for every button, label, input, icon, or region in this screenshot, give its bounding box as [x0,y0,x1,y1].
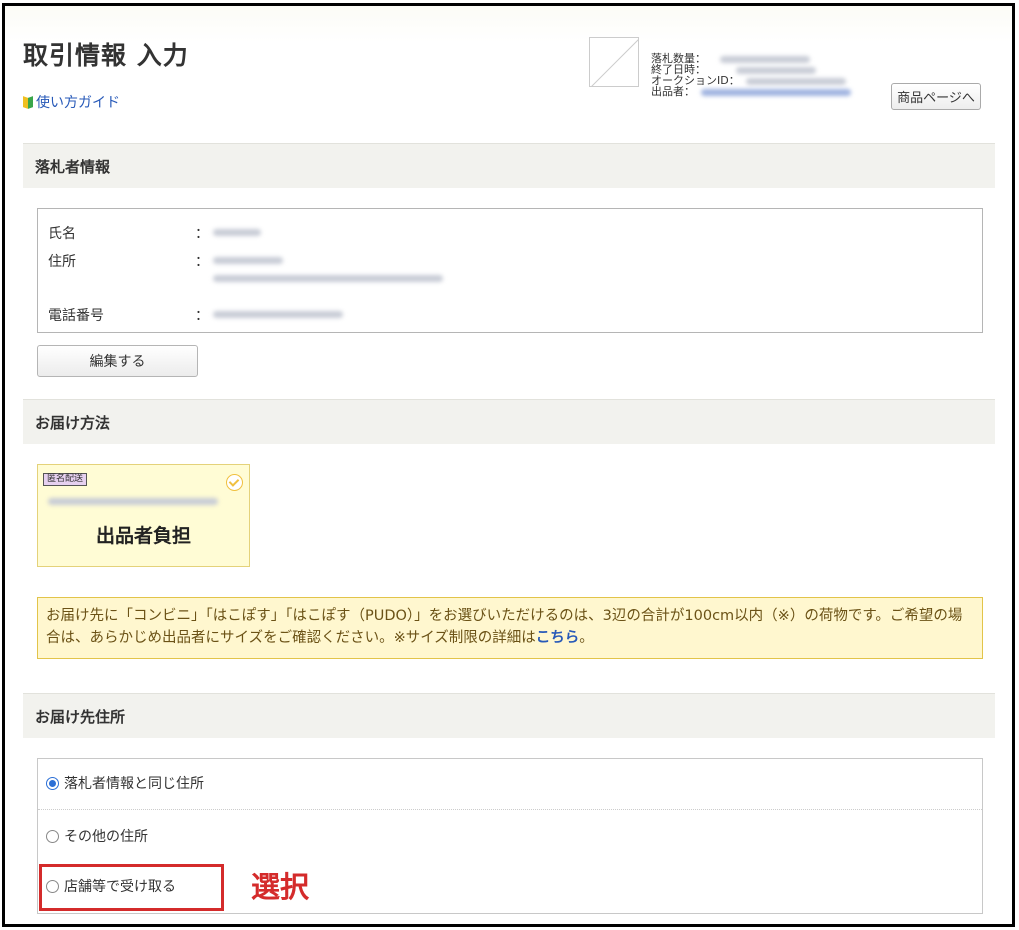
address-option-label: その他の住所 [64,829,148,845]
redacted-value [736,66,816,74]
colon: ： [195,226,209,242]
address-option-same[interactable]: 落札者情報と同じ住所 [38,772,982,794]
notice-text: お届け先に「コンビニ」「はこぽす」「はこぽす（PUDO）」をお選びいただけるのは… [46,608,963,646]
redacted-value [745,77,846,85]
delivery-notice: お届け先に「コンビニ」「はこぽす」「はこぽす（PUDO）」をお選びいただけるのは… [37,597,983,659]
radio-button[interactable] [46,829,59,843]
winner-address-row: 住所 ： [48,251,948,291]
colon: ： [195,308,209,324]
anonymous-shipping-badge: 匿名配送 [43,473,88,486]
address-option-label: 落札者情報と同じ住所 [64,776,204,792]
redacted-value [213,275,443,282]
product-page-button[interactable]: 商品ページへ [891,83,981,110]
check-icon [226,474,243,491]
section-title: お届け方法 [35,413,111,432]
page-title: 取引情報 入力 [23,41,189,70]
page-frame: 取引情報 入力 使い方ガイド 落札数量： 終了日時： オークションID： 出品者… [2,3,1015,927]
winner-info-box: 氏名 ： 住所 ： 電話番号 ： [37,208,983,333]
address-label: 住所 [48,254,76,270]
highlight-box [39,864,224,911]
notice-end: 。 [579,630,594,646]
beginner-mark-icon [23,96,34,109]
meta-seller-label: 出品者： [651,85,695,98]
delivery-option-card[interactable]: 匿名配送 出品者負担 [37,464,250,567]
redacted-value [701,88,851,96]
redacted-value [48,498,218,505]
redacted-value [213,229,261,236]
name-label: 氏名 [48,226,76,242]
product-thumbnail[interactable] [589,37,639,87]
notice-link[interactable]: こちら [536,630,580,646]
winner-name-row: 氏名 ： [48,223,948,243]
winner-phone-row: 電話番号 ： [48,305,948,325]
redacted-value [720,55,810,63]
auction-meta: 落札数量： 終了日時： オークションID： 出品者： [651,53,851,97]
address-option-other[interactable]: その他の住所 [38,825,982,847]
annotation-label: 選択 [251,870,310,904]
section-title: お届け先住所 [35,707,126,726]
usage-guide-link[interactable]: 使い方ガイド [23,92,120,112]
colon: ： [195,254,209,270]
redacted-value [213,311,343,318]
delivery-option-title: 出品者負担 [95,525,191,547]
edit-button[interactable]: 編集する [37,345,198,377]
usage-guide-label: 使い方ガイド [36,95,120,111]
divider [38,809,982,810]
section-title: 落札者情報 [35,157,111,176]
redacted-value [213,257,283,264]
phone-label: 電話番号 [48,308,104,324]
section-header-address: お届け先住所 [23,693,995,738]
image-placeholder-icon [591,39,638,86]
section-header-winner: 落札者情報 [23,143,995,188]
section-header-delivery: お届け方法 [23,399,995,444]
radio-button-selected[interactable] [46,776,59,790]
